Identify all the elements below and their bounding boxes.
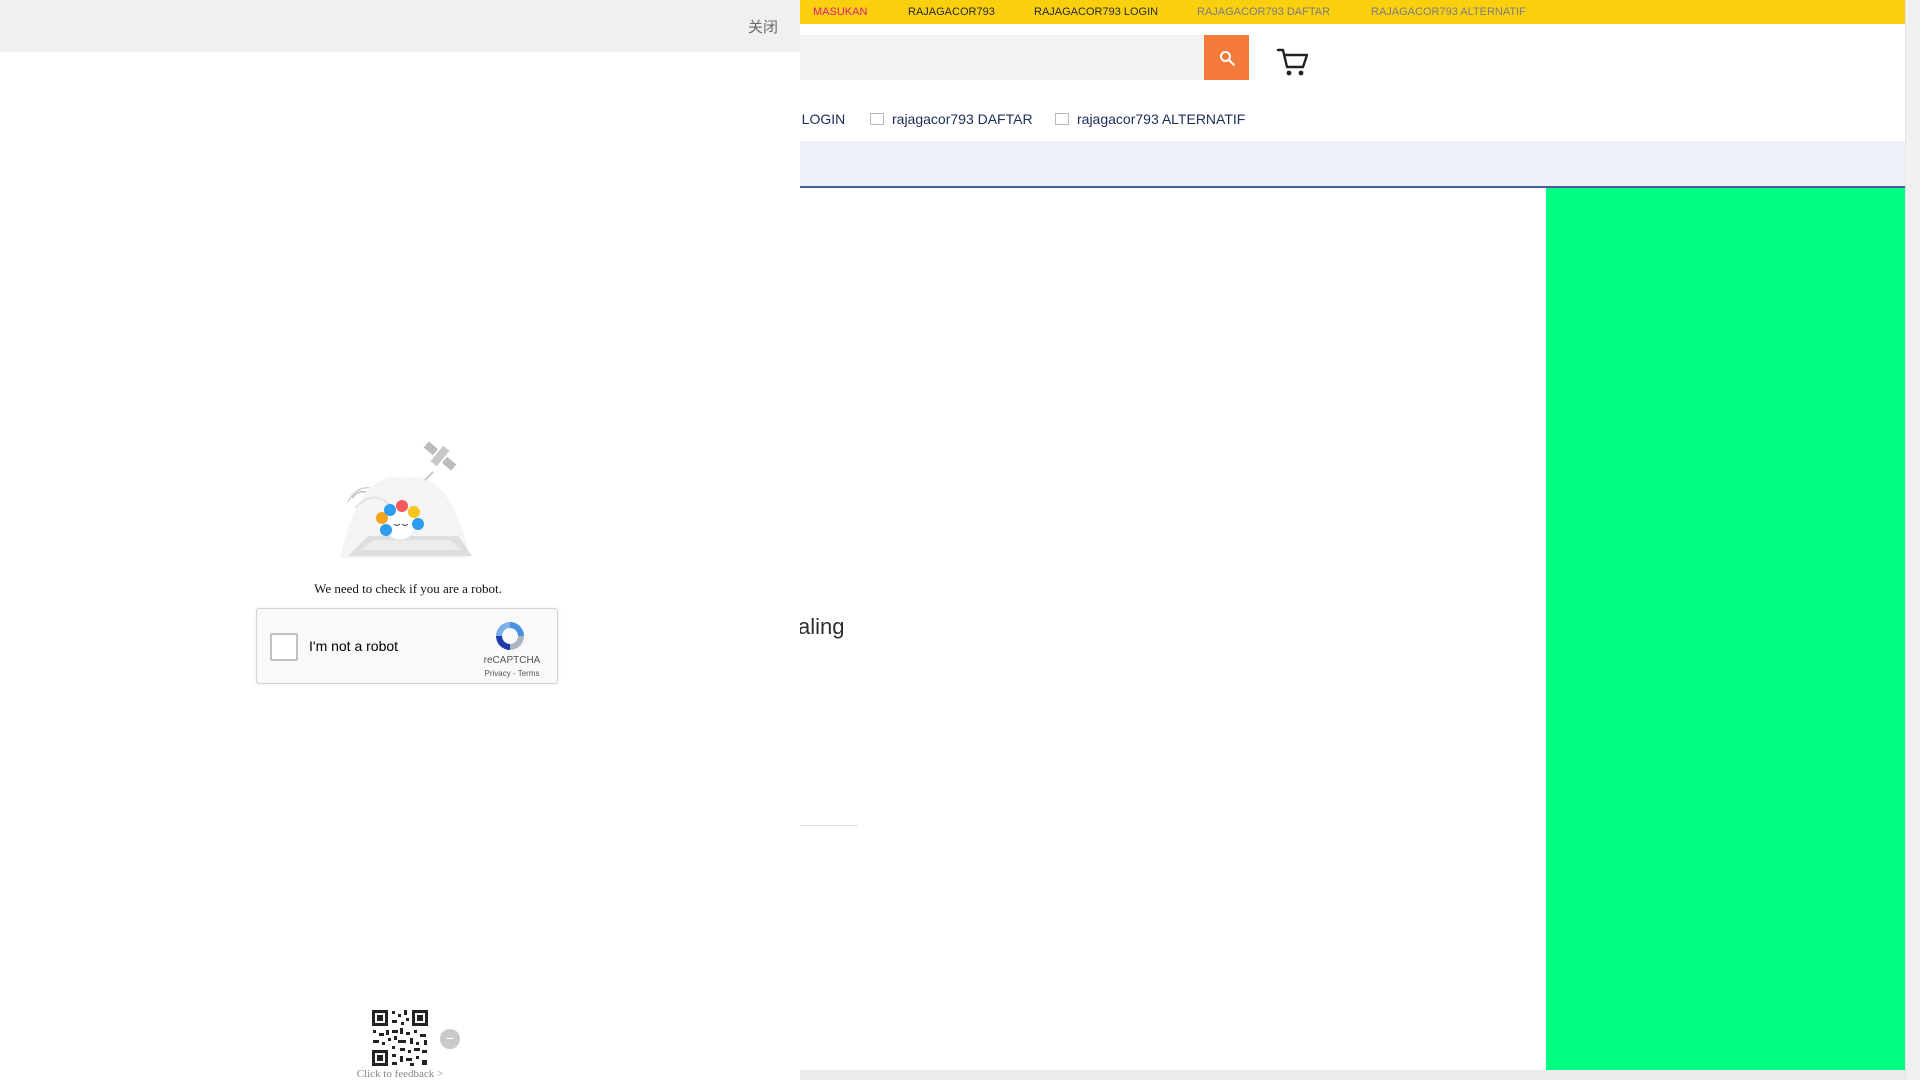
search-input[interactable]	[780, 35, 1205, 80]
qr-code	[370, 1008, 430, 1068]
quick-link-daftar[interactable]: rajagacor793 DAFTAR	[870, 111, 1033, 127]
broken-image-icon	[1055, 113, 1069, 125]
recaptcha-checkbox[interactable]	[270, 633, 298, 661]
quick-link-alternatif[interactable]: rajagacor793 ALTERNATIF	[1055, 111, 1245, 127]
nav-link-alternatif[interactable]: RAJAGACOR793 ALTERNATIF	[1371, 6, 1526, 18]
robot-check-illustration	[340, 441, 472, 558]
recaptcha-brand: reCAPTCHA	[483, 655, 541, 666]
cart-button[interactable]	[1276, 46, 1310, 78]
terms-link[interactable]: Terms	[518, 669, 540, 678]
recaptcha-logo-icon	[496, 622, 524, 650]
broken-image-icon	[870, 113, 884, 125]
qr-collapse-button[interactable]: −	[440, 1029, 460, 1049]
recaptcha-label: I'm not a robot	[309, 638, 399, 654]
main-heading-fragment: aling	[798, 614, 845, 639]
sub-navigation-bar	[780, 141, 1905, 188]
robot-check-message: We need to check if you are a robot.	[314, 581, 502, 596]
side-banner	[1546, 188, 1905, 1080]
close-button[interactable]: 关闭	[748, 16, 778, 37]
nav-link-masukan[interactable]: MASUKAN	[813, 6, 867, 18]
search-button[interactable]	[1204, 35, 1249, 80]
recaptcha-links: Privacy - Terms	[477, 669, 547, 678]
nav-link-login[interactable]: RAJAGACOR793 LOGIN	[1034, 6, 1158, 18]
robot-check-overlay: 关闭 We need to check if you are a robot. …	[0, 0, 800, 1080]
link-separator: -	[510, 669, 518, 678]
divider	[800, 825, 858, 826]
recaptcha-widget: I'm not a robot reCAPTCHA Privacy - Term…	[256, 608, 558, 684]
privacy-link[interactable]: Privacy	[485, 669, 511, 678]
footer-strip	[800, 1070, 1905, 1080]
search-icon	[1219, 50, 1235, 66]
page-scrollbar[interactable]	[1905, 0, 1920, 1080]
quick-link-label: rajagacor793 ALTERNATIF	[1077, 111, 1246, 127]
nav-link-rajagacor793[interactable]: RAJAGACOR793	[908, 6, 995, 18]
nav-link-daftar[interactable]: RAJAGACOR793 DAFTAR	[1197, 6, 1330, 18]
cart-icon	[1276, 48, 1309, 76]
overlay-header: 关闭	[0, 0, 800, 52]
feedback-link[interactable]: Click to feedback >	[300, 1068, 500, 1080]
quick-link-label: rajagacor793 DAFTAR	[892, 111, 1033, 127]
